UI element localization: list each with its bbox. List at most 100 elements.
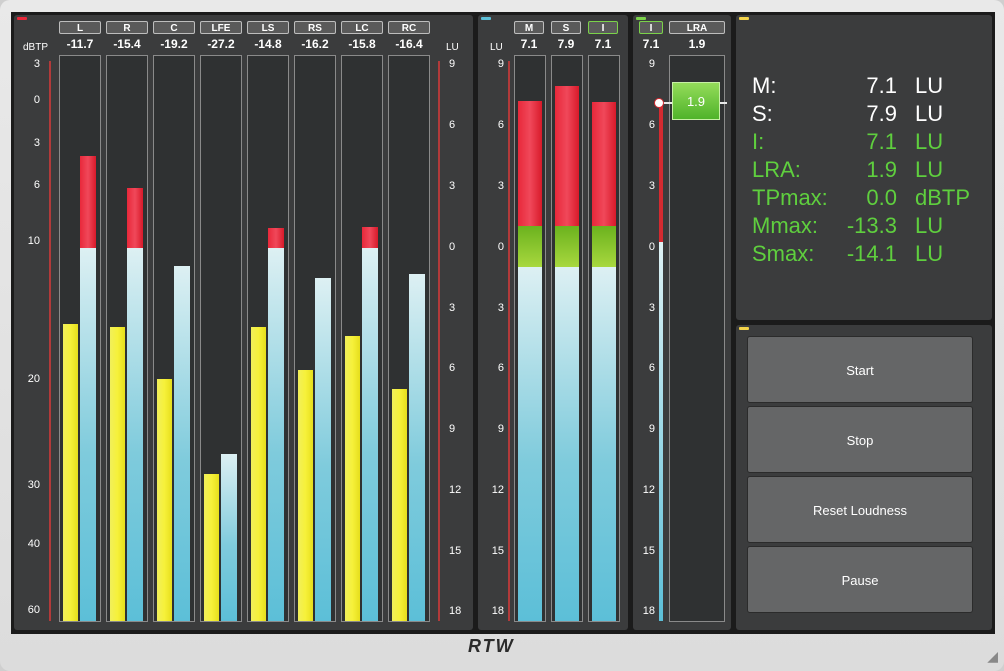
summary-value: 7.9 <box>866 101 897 126</box>
summary-value: 7.1 <box>866 129 897 154</box>
summary-unit: LU <box>915 101 944 126</box>
loudness-overload <box>362 227 378 248</box>
channel-meter-LS <box>247 55 289 622</box>
summary-label: LRA: <box>752 157 801 182</box>
target-zone <box>592 226 616 267</box>
summary-unit: LU <box>915 241 944 266</box>
channel-label-L: L <box>59 21 101 34</box>
control-panel: Start Stop Reset Loudness Pause <box>736 325 992 630</box>
channel-value-LS: -14.8 <box>254 37 282 51</box>
lu-unit-label: LU <box>490 42 503 53</box>
summary-label: Mmax: <box>752 213 818 238</box>
lu-tick: 12 <box>491 484 504 496</box>
summary-unit: LU <box>915 157 944 182</box>
lu-tick: 9 <box>497 58 504 70</box>
m-label: M <box>514 21 544 34</box>
lu-tick: 9 <box>449 423 456 435</box>
reset-loudness-button[interactable]: Reset Loudness <box>747 476 973 543</box>
summary-row-i: I: 7.1 LU <box>752 129 987 155</box>
loudness-panel: LU 9 6 3 0 3 6 9 12 15 18 M 7.1 S 7.9 I … <box>478 15 628 630</box>
lu-tick: 12 <box>642 484 655 496</box>
pause-button[interactable]: Pause <box>747 546 973 613</box>
lu-tick: 0 <box>648 241 655 253</box>
device-frame: dBTP LU 3 0 3 6 10 20 30 40 60 9 6 3 0 3… <box>0 0 1004 671</box>
lu-tick: 3 <box>449 302 456 314</box>
channel-value-LC: -15.8 <box>348 37 376 51</box>
dbtp-tick: 40 <box>27 538 40 550</box>
loudness-overload <box>592 102 616 226</box>
m-value: 7.1 <box>520 37 538 51</box>
summary-value: -14.1 <box>846 241 897 266</box>
lu-tick: 6 <box>449 362 456 374</box>
summary-value: 1.9 <box>866 157 897 182</box>
s-value: 7.9 <box>557 37 575 51</box>
lra-panel: I 7.1 LRA 1.9 9 6 3 0 3 6 9 12 15 18 1.9 <box>633 15 731 630</box>
stop-button[interactable]: Stop <box>747 406 973 473</box>
summary-label: S: <box>752 101 773 126</box>
dbtp-unit-label: dBTP <box>23 42 49 53</box>
channel-meter-L <box>59 55 101 622</box>
channel-meter-C <box>153 55 195 622</box>
channel-value-R: -15.4 <box>113 37 141 51</box>
lra-marker-dot <box>654 98 664 108</box>
lu-tick: 9 <box>648 423 655 435</box>
lu-tick: 6 <box>449 119 456 131</box>
channel-label-R: R <box>106 21 148 34</box>
dbtp-tick: 3 <box>33 58 40 70</box>
dbtp-tick: 6 <box>33 179 40 191</box>
i-label: I <box>588 21 618 34</box>
rtw-logo: RTW <box>468 636 515 656</box>
summary-value: -13.3 <box>846 213 897 238</box>
channel-meters-panel: dBTP LU 3 0 3 6 10 20 30 40 60 9 6 3 0 3… <box>14 15 473 630</box>
s-label: S <box>551 21 581 34</box>
peak-bar <box>204 474 219 621</box>
channel-label-LC: LC <box>341 21 383 34</box>
lu-tick: 3 <box>449 180 456 192</box>
lu-tick: 0 <box>497 241 504 253</box>
lu-tick: 9 <box>497 423 504 435</box>
peak-bar <box>157 379 172 621</box>
loudness-bar <box>268 248 284 621</box>
peak-bar <box>110 327 125 621</box>
loudness-bar <box>592 267 616 621</box>
loudness-bar <box>174 266 190 621</box>
loudness-overload <box>127 188 143 248</box>
lu-scale-line <box>438 61 440 621</box>
loudness-overload <box>555 86 579 226</box>
summary-row-mmax: Mmax: -13.3 LU <box>752 213 987 239</box>
peak-bar <box>298 370 313 621</box>
channel-meter-LFE <box>200 55 242 622</box>
i-label: I <box>639 21 663 34</box>
i-value: 7.1 <box>594 37 612 51</box>
start-button[interactable]: Start <box>747 336 973 403</box>
channel-label-LFE: LFE <box>200 21 242 34</box>
loudness-bar <box>362 248 378 621</box>
summary-row-smax: Smax: -14.1 LU <box>752 241 987 267</box>
summary-unit: dBTP <box>915 185 971 210</box>
panel-indicator <box>636 17 646 20</box>
panel-indicator <box>17 17 27 20</box>
lu-tick: 6 <box>648 362 655 374</box>
panel-indicator <box>739 327 749 330</box>
lu-tick: 15 <box>449 545 462 557</box>
lu-tick: 0 <box>449 241 456 253</box>
channel-value-RC: -16.4 <box>395 37 423 51</box>
channel-label-LS: LS <box>247 21 289 34</box>
screen: dBTP LU 3 0 3 6 10 20 30 40 60 9 6 3 0 3… <box>11 12 995 634</box>
lu-tick: 18 <box>642 605 655 617</box>
loudness-bar <box>409 274 425 621</box>
loudness-bar <box>221 454 237 621</box>
summary-unit: LU <box>915 73 944 98</box>
lra-marker: 1.9 <box>672 82 720 120</box>
summary-row-s: S: 7.9 LU <box>752 101 987 127</box>
channel-label-C: C <box>153 21 195 34</box>
lra-label: LRA <box>669 21 725 34</box>
resize-grip-icon[interactable]: ◢ <box>987 648 998 665</box>
loudness-overload <box>518 101 542 226</box>
loudness-overload <box>268 228 284 248</box>
summary-unit: LU <box>915 129 944 154</box>
lu-tick: 6 <box>497 119 504 131</box>
summary-value: 0.0 <box>866 185 897 210</box>
channel-label-RC: RC <box>388 21 430 34</box>
lu-tick: 9 <box>648 58 655 70</box>
